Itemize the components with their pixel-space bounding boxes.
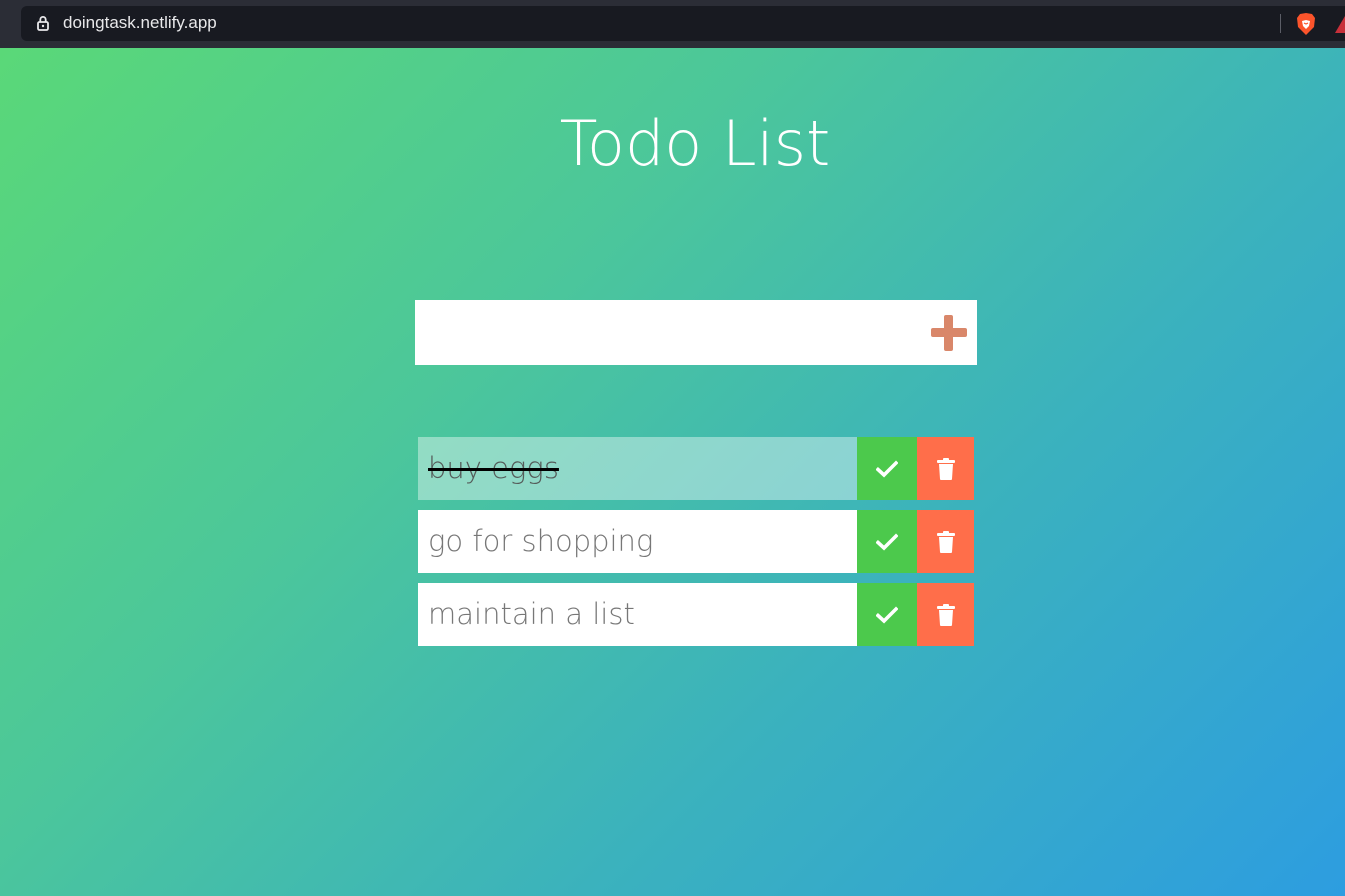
todo-item: go for shopping [418, 510, 974, 573]
complete-button[interactable] [857, 583, 917, 646]
delete-button[interactable] [917, 510, 974, 573]
todo-list: buy eggs go for shopping maintain a list [418, 437, 974, 656]
delete-button[interactable] [917, 437, 974, 500]
todo-input[interactable] [415, 300, 915, 365]
todo-item-text: buy eggs [418, 437, 857, 500]
todo-item-text: maintain a list [418, 583, 857, 646]
brave-rewards-icon[interactable] [1335, 15, 1345, 33]
add-todo-button[interactable] [929, 313, 969, 353]
brave-lion-icon[interactable] [1295, 12, 1317, 36]
todo-item: maintain a list [418, 583, 974, 646]
todo-item: buy eggs [418, 437, 974, 500]
page-title: Todo List [559, 107, 831, 180]
check-icon [876, 459, 898, 477]
complete-button[interactable] [857, 437, 917, 500]
todo-item-text: go for shopping [418, 510, 857, 573]
delete-button[interactable] [917, 583, 974, 646]
check-icon [876, 532, 898, 550]
address-bar[interactable]: doingtask.netlify.app [21, 6, 1345, 41]
trash-icon [936, 603, 955, 626]
lock-icon [37, 16, 49, 31]
add-todo-form [415, 300, 977, 365]
toolbar-divider [1280, 14, 1281, 33]
check-icon [876, 605, 898, 623]
trash-icon [936, 457, 955, 480]
browser-toolbar: doingtask.netlify.app [0, 0, 1345, 48]
complete-button[interactable] [857, 510, 917, 573]
url-text: doingtask.netlify.app [63, 13, 217, 32]
trash-icon [936, 530, 955, 553]
todo-app-page: Todo List buy eggs go for shopping maint… [0, 48, 1345, 896]
